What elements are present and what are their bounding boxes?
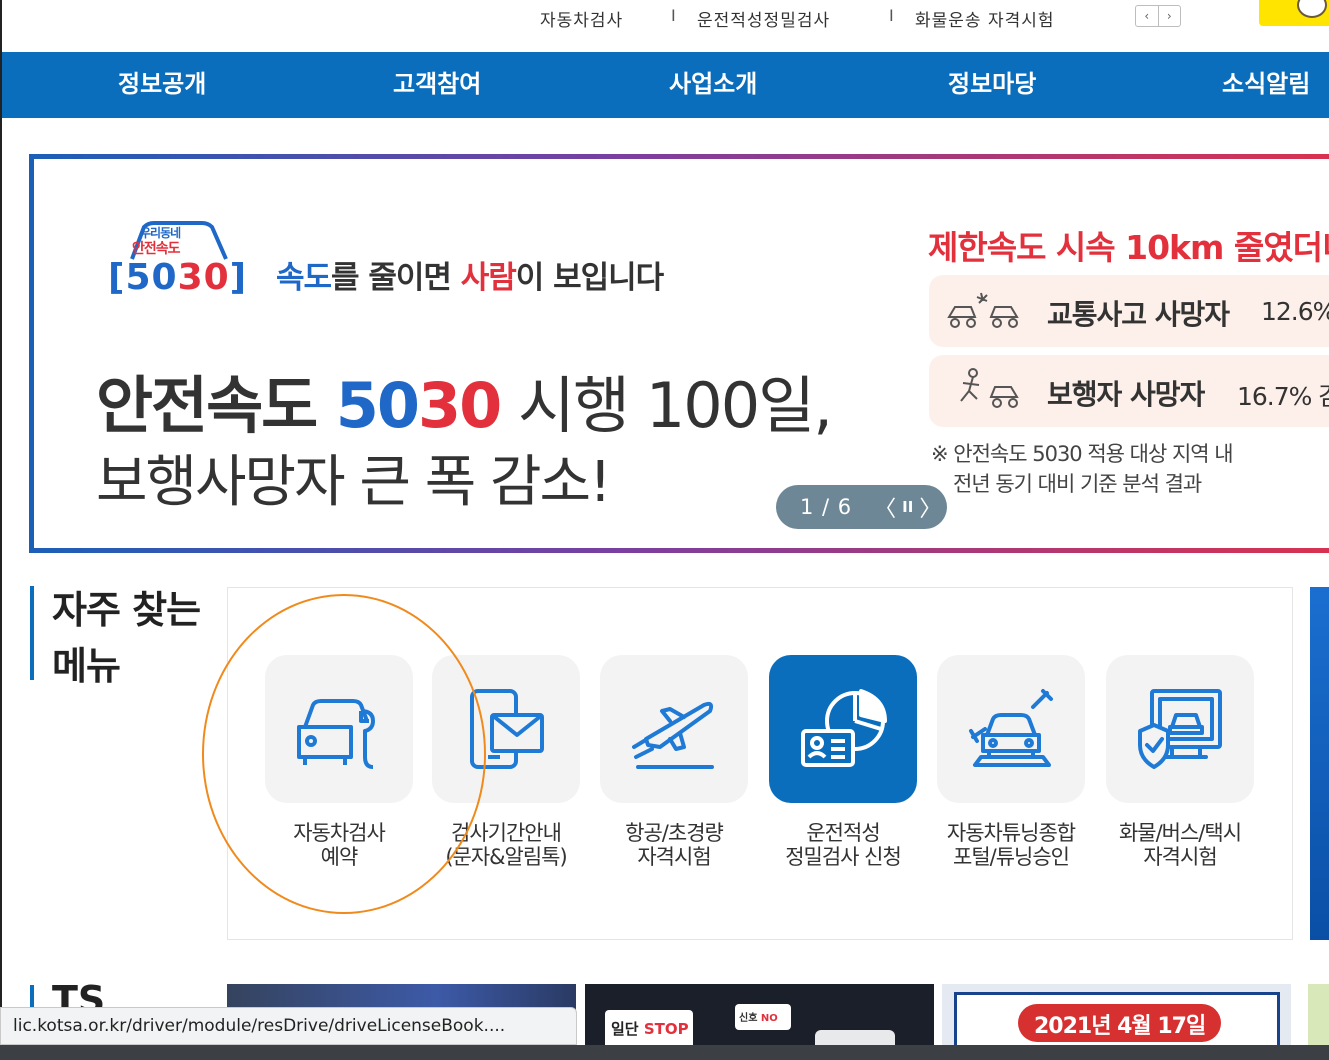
frequent-title-line: 메뉴: [52, 644, 121, 688]
banner-headline: 안전속도 5030 시행 100일,: [96, 369, 833, 442]
kakao-channel-icon[interactable]: [1259, 0, 1329, 26]
phone-mail-icon: [470, 689, 544, 769]
next-slide-icon[interactable]: 〉: [919, 491, 941, 523]
stat-value: 16.7% 감: [1237, 382, 1329, 411]
menu-label: 자동차튜닝종합 포털/튜닝승인: [946, 821, 1076, 869]
logo-mid-text: 안전속도: [132, 241, 181, 257]
logo-num-50: 50: [125, 257, 178, 298]
stat-row-traffic-deaths: 교통사고 사망자 12.6%: [929, 275, 1329, 347]
side-banner[interactable]: [1310, 587, 1329, 940]
page: 자동차검사 I 운전적성정밀검사 I 화물운송 자격시험 ‹ › 정보공개 고객…: [0, 0, 1329, 1060]
menu-tile[interactable]: [432, 655, 580, 803]
menu-label: 운전적성 정밀검사 신청: [785, 821, 902, 869]
top-link-freight-exam[interactable]: 화물운송 자격시험: [915, 6, 1055, 31]
pedestrian-crash-icon: [960, 368, 1019, 408]
thumb-badge: 일단 STOP: [605, 1010, 693, 1050]
thumb-badge: 신호 NO: [735, 1004, 791, 1030]
top-links-pager: ‹ ›: [1135, 5, 1181, 27]
airplane-icon: [632, 701, 714, 769]
safe-speed-5030-logo: 우리동네 안전속도 [5030]: [102, 221, 258, 301]
main-banner[interactable]: 우리동네 안전속도 [5030] 속도를 줄이면 사람이 보입니다 안전속도 5…: [29, 154, 1329, 553]
menu-aptitude-test-apply[interactable]: 운전적성 정밀검사 신청: [758, 655, 928, 869]
menu-label: 검사기간안내 (문자&알림톡): [445, 821, 567, 869]
chevron-left-icon[interactable]: ‹: [1136, 6, 1158, 26]
window-edge: [0, 0, 2, 1045]
pause-icon[interactable]: II: [902, 498, 913, 516]
banner-page-counter: 1 / 6: [800, 495, 853, 519]
browser-status-url: lic.kotsa.or.kr/driver/module/resDrive/d…: [0, 1007, 577, 1045]
stat-label: 교통사고 사망자: [1047, 298, 1230, 331]
id-chart-icon: [801, 689, 887, 767]
menu-label: 화물/버스/택시 자격시험: [1118, 821, 1242, 869]
menu-aviation-exam[interactable]: 항공/초경량 자격시험: [589, 655, 759, 869]
nav-news[interactable]: 소식알림: [1222, 52, 1310, 118]
stat-label: 보행자 사망자: [1047, 378, 1205, 411]
os-taskbar: [0, 1045, 1329, 1060]
section-accent-bar: [30, 586, 34, 680]
nav-customer-participation[interactable]: 고객참여: [393, 52, 481, 118]
chevron-right-icon[interactable]: ›: [1157, 6, 1181, 26]
menu-tile[interactable]: [600, 655, 748, 803]
menu-label: 항공/초경량 자격시험: [625, 821, 724, 869]
car-repair-icon: [297, 699, 375, 769]
nav-info-disclosure[interactable]: 정보공개: [118, 52, 206, 118]
banner-slogan: 속도를 줄이면 사람이 보입니다: [276, 260, 664, 296]
frequent-title-line: 자주 찾는: [52, 588, 201, 632]
prev-slide-icon[interactable]: 〈: [874, 491, 896, 523]
nav-info-plaza[interactable]: 정보마당: [948, 52, 1036, 118]
main-navigation: 정보공개 고객참여 사업소개 정보마당 소식알림: [2, 52, 1329, 118]
shield-monitor-icon: [1138, 689, 1222, 769]
banner-content: 우리동네 안전속도 [5030] 속도를 줄이면 사람이 보입니다 안전속도 5…: [34, 159, 1329, 548]
stat-title: 제한속도 시속 10km 줄였더니: [928, 228, 1329, 267]
top-separator: I: [671, 6, 676, 25]
menu-car-inspection-reservation[interactable]: 자동차검사 예약: [254, 655, 424, 869]
car-crash-icon: [947, 292, 1019, 328]
top-link-car-inspection[interactable]: 자동차검사: [540, 6, 623, 31]
banner-pager: 1 / 6 〈 II 〉: [776, 485, 947, 529]
logo-num-30: 30: [177, 257, 230, 298]
footnote-line: 전년 동기 대비 기준 분석 결과: [953, 472, 1202, 496]
banner-subheadline: 보행사망자 큰 폭 감소!: [96, 450, 612, 515]
top-link-aptitude-test[interactable]: 운전적성정밀검사: [697, 6, 830, 31]
top-utility-bar: 자동차검사 I 운전적성정밀검사 I 화물운송 자격시험 ‹ ›: [0, 0, 1329, 52]
logo-number: [5030]: [108, 257, 248, 298]
menu-label: 자동차검사 예약: [293, 821, 386, 869]
stat-row-pedestrian-deaths: 보행자 사망자 16.7% 감: [929, 355, 1329, 427]
nav-business-intro[interactable]: 사업소개: [669, 52, 757, 118]
menu-car-tuning-portal[interactable]: 자동차튜닝종합 포털/튜닝승인: [926, 655, 1096, 869]
thumb-date: 2021년 4월 17일: [1018, 1004, 1222, 1042]
menu-tile[interactable]: [937, 655, 1085, 803]
car-tuning-icon: [969, 689, 1053, 767]
frequent-menu-title: 자주 찾는 메뉴: [52, 582, 201, 694]
top-separator: I: [889, 6, 894, 25]
stat-value: 12.6%: [1261, 297, 1329, 326]
menu-tile[interactable]: [265, 655, 413, 803]
menu-freight-bus-taxi-exam[interactable]: 화물/버스/택시 자격시험: [1095, 655, 1265, 869]
footnote-line: ※ 안전속도 5030 적용 대상 지역 내: [931, 442, 1234, 466]
menu-inspection-period-notice[interactable]: 검사기간안내 (문자&알림톡): [421, 655, 591, 869]
menu-tile[interactable]: [769, 655, 917, 803]
menu-tile[interactable]: [1106, 655, 1254, 803]
banner-footnote: ※ 안전속도 5030 적용 대상 지역 내 전년 동기 대비 기준 분석 결과: [931, 439, 1234, 499]
